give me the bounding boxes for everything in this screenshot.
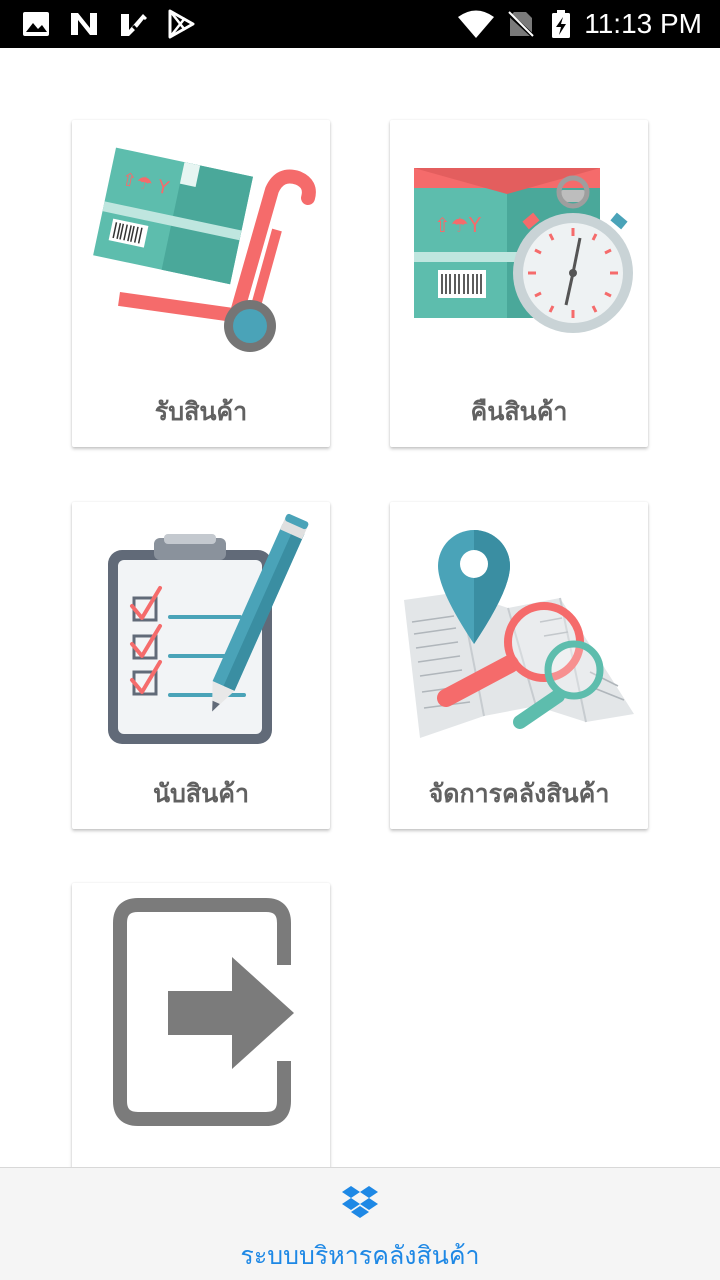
manage-warehouse-label: จัดการคลังสินค้า xyxy=(428,779,610,808)
battery-charging-icon xyxy=(552,10,570,38)
image-icon xyxy=(23,12,49,36)
check-notification-icon xyxy=(121,14,147,36)
status-time: 11:13 PM xyxy=(584,8,702,39)
count-goods-card[interactable]: นับสินค้า xyxy=(72,502,330,829)
status-bar: 11:13 PM xyxy=(0,0,720,48)
map-pin-magnifier-icon xyxy=(404,530,634,738)
return-goods-card[interactable]: ⇧☂Y คืนสินค้า xyxy=(390,120,648,447)
svg-text:⇧☂Y: ⇧☂Y xyxy=(434,213,482,237)
bottom-navigation-bar: ระบบบริหารคลังสินค้า xyxy=(0,1167,720,1280)
receive-goods-card[interactable]: ⇧☂ Y รับสินค้า xyxy=(72,120,330,447)
manage-warehouse-card[interactable]: จัดการคลังสินค้า xyxy=(390,502,648,829)
logout-arrow-icon xyxy=(113,898,294,1126)
wifi-icon xyxy=(458,10,494,38)
hand-truck-boxes-icon: ⇧☂ Y xyxy=(93,147,316,352)
play-store-icon xyxy=(168,9,195,39)
bottom-nav-warehouse-item[interactable]: ระบบบริหารคลังสินค้า xyxy=(0,1168,720,1280)
return-goods-label: คืนสินค้า xyxy=(470,397,568,426)
n-notification-icon xyxy=(71,13,97,35)
dropbox-box-icon xyxy=(342,1186,378,1218)
bottom-nav-label: ระบบบริหารคลังสินค้า xyxy=(240,1241,480,1270)
no-sim-icon xyxy=(506,11,536,39)
receive-goods-label: รับสินค้า xyxy=(154,397,248,426)
logout-card[interactable]: ออกจากระบบ xyxy=(72,883,330,1210)
box-stopwatch-icon: ⇧☂Y xyxy=(414,168,633,333)
count-goods-label: นับสินค้า xyxy=(152,779,250,808)
clipboard-checklist-icon xyxy=(108,513,309,744)
